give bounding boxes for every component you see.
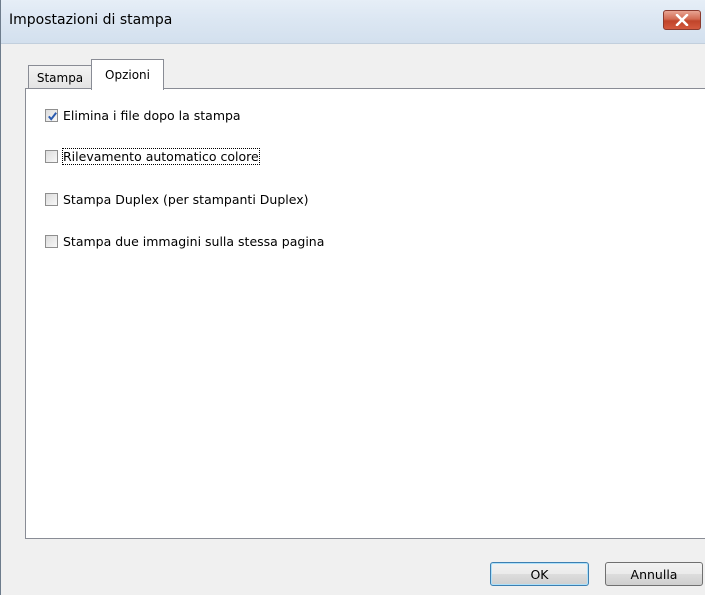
cancel-button[interactable]: Annulla <box>605 562 703 586</box>
checkbox-unchecked[interactable] <box>45 234 58 248</box>
checkmark-icon <box>48 111 57 121</box>
option-two-images-per-page[interactable]: Stampa due immagini sulla stessa pagina <box>45 232 324 250</box>
close-button[interactable] <box>663 10 701 30</box>
option-label: Rilevamento automatico colore <box>62 147 260 165</box>
option-duplex-print[interactable]: Stampa Duplex (per stampanti Duplex) <box>45 190 308 208</box>
ok-button[interactable]: OK <box>490 562 589 586</box>
option-label: Stampa due immagini sulla stessa pagina <box>63 233 325 249</box>
option-auto-color-detection[interactable]: Rilevamento automatico colore <box>45 147 260 165</box>
checkbox-unchecked[interactable] <box>45 192 58 206</box>
dialog-title: Impostazioni di stampa <box>9 12 173 28</box>
close-icon <box>675 14 689 26</box>
tab-opzioni[interactable]: Opzioni <box>91 59 164 90</box>
ok-button-label: OK <box>530 566 549 582</box>
option-label: Stampa Duplex (per stampanti Duplex) <box>63 191 309 207</box>
option-label: Elimina i file dopo la stampa <box>63 107 241 123</box>
print-settings-dialog: Impostazioni di stampa Stampa Opzioni El… <box>0 0 705 595</box>
title-bar[interactable]: Impostazioni di stampa <box>1 0 705 44</box>
option-delete-after-print[interactable]: Elimina i file dopo la stampa <box>45 106 241 124</box>
checkbox-checked[interactable] <box>45 108 58 122</box>
tab-stampa-label: Stampa <box>36 70 84 85</box>
tab-opzioni-label: Opzioni <box>105 68 150 82</box>
cancel-button-label: Annulla <box>630 566 678 582</box>
checkbox-unchecked[interactable] <box>45 149 58 163</box>
tab-stampa[interactable]: Stampa <box>28 65 92 89</box>
